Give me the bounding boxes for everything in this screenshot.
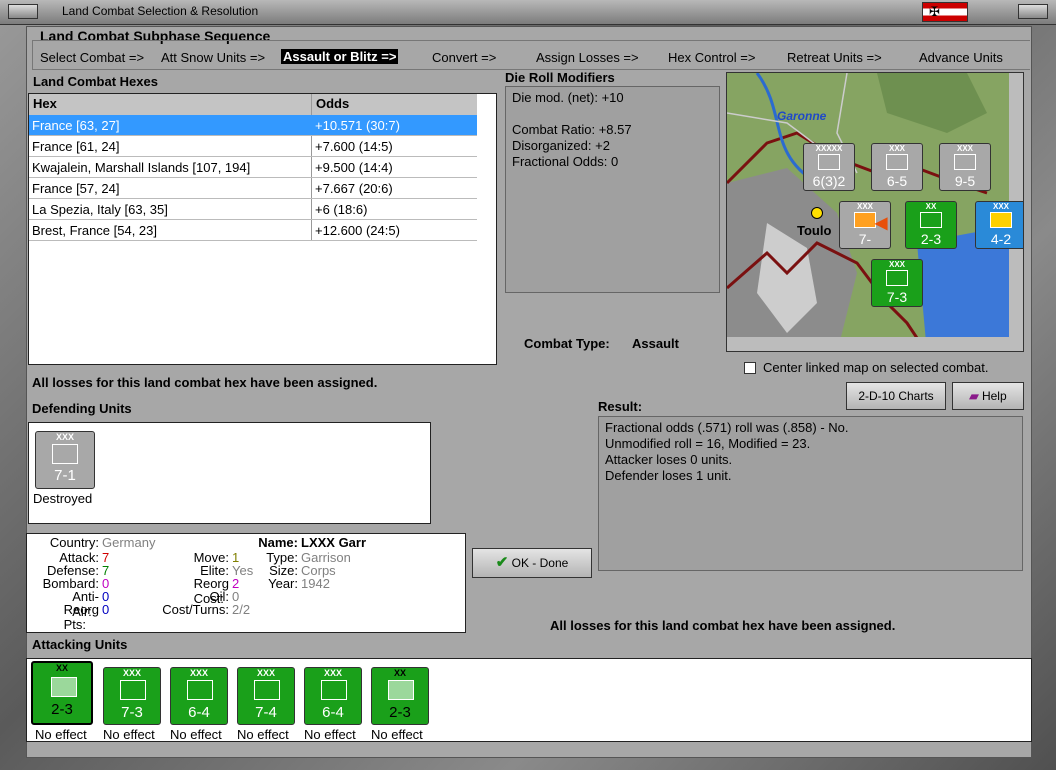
odds-cell: +9.500 (14:4): [315, 160, 393, 175]
hex-cell: France [61, 24]: [32, 139, 120, 154]
map-unit-counter[interactable]: XX 2-3: [905, 201, 957, 249]
table-header: Hex Odds: [29, 94, 477, 116]
seq-step-assign-losses: Assign Losses =>: [536, 50, 639, 65]
map-unit-counter[interactable]: XXX 4-2: [975, 201, 1023, 249]
modifier-line: Combat Ratio: +8.57: [512, 122, 632, 137]
defending-heading: Defending Units: [32, 401, 132, 416]
hex-cell: Kwajalein, Marshall Islands [107, 194]: [32, 160, 251, 175]
reorgpts-value: 0: [102, 602, 110, 617]
table-row[interactable]: La Spezia, Italy [63, 35] +6 (18:6): [29, 199, 477, 220]
checkmark-icon: ✔: [495, 554, 509, 571]
close-button[interactable]: [1018, 4, 1048, 19]
system-menu-button[interactable]: [8, 4, 38, 19]
table-row[interactable]: France [57, 24] +7.667 (20:6): [29, 178, 477, 199]
help-book-icon: ▰: [969, 389, 979, 403]
odds-cell: +7.667 (20:6): [315, 181, 393, 196]
nation-flag-icon: ✠: [922, 2, 968, 22]
odds-cell: +6 (18:6): [315, 202, 368, 217]
attacking-unit-counter[interactable]: XXX 7-4: [237, 667, 295, 725]
hex-cell: La Spezia, Italy [63, 35]: [32, 202, 168, 217]
attack-arrow-icon: ◀: [875, 215, 888, 232]
linked-map[interactable]: Garonne Toulo XXXXX 6(3)2 XXX 6-5 XXX 9-5 X…: [726, 72, 1024, 352]
seq-step-hex-control: Hex Control =>: [668, 50, 756, 65]
center-map-label[interactable]: Center linked map on selected combat.: [763, 360, 988, 375]
attacking-units-box: XX 2-3 No effect XXX 7-3 No effect XXX 6…: [26, 658, 1032, 742]
attacking-unit-counter[interactable]: XXX 7-3: [103, 667, 161, 725]
hex-cell: Brest, France [54, 23]: [32, 223, 158, 238]
charts-button[interactable]: 2-D-10 Charts: [846, 382, 946, 410]
attacking-unit-status: No effect: [170, 727, 222, 742]
modifier-line: Fractional Odds: 0: [512, 154, 619, 169]
seq-step-assault-blitz: Assault or Blitz =>: [281, 49, 399, 64]
losses-message: All losses for this land combat hex have…: [32, 375, 378, 390]
help-button-label: Help: [981, 389, 1007, 403]
map-river-label: Garonne: [777, 109, 827, 123]
attacking-unit-status: No effect: [304, 727, 356, 742]
result-line: Fractional odds (.571) roll was (.858) -…: [605, 420, 849, 435]
ok-done-button[interactable]: ✔ OK - Done: [472, 548, 592, 578]
modifier-line: Die mod. (net): +10: [512, 90, 624, 105]
hex-cell: France [63, 27]: [32, 118, 120, 133]
modifiers-heading: Die Roll Modifiers: [505, 70, 615, 85]
title-bar: Land Combat Selection & Resolution ✠: [0, 0, 1056, 25]
modifier-line: Disorganized: +2: [512, 138, 610, 153]
attacking-unit-counter[interactable]: XXX 6-4: [170, 667, 228, 725]
center-map-checkbox[interactable]: [744, 362, 756, 374]
attacking-unit-status: No effect: [103, 727, 155, 742]
map-unit-counter[interactable]: XXX 7-3: [871, 259, 923, 307]
result-line: Attacker loses 0 units.: [605, 452, 733, 467]
help-button[interactable]: ▰ Help: [952, 382, 1024, 410]
result-line: Unmodified roll = 16, Modified = 23.: [605, 436, 811, 451]
result-heading: Result:: [598, 399, 643, 414]
table-row[interactable]: France [63, 27] +10.571 (30:7): [29, 115, 477, 136]
city-marker-icon: [811, 207, 823, 219]
table-row[interactable]: Kwajalein, Marshall Islands [107, 194] +…: [29, 157, 477, 178]
attacking-heading: Attacking Units: [32, 637, 128, 652]
seq-step-convert: Convert =>: [432, 50, 497, 65]
table-row[interactable]: France [61, 24] +7.600 (14:5): [29, 136, 477, 157]
defending-unit-counter[interactable]: XXX 7-1: [35, 431, 95, 489]
odds-cell: +7.600 (14:5): [315, 139, 393, 154]
attacking-unit-status: No effect: [371, 727, 423, 742]
map-unit-counter[interactable]: XXXXX 6(3)2: [803, 143, 855, 191]
seq-step-retreat: Retreat Units =>: [787, 50, 882, 65]
seq-step-advance: Advance Units: [919, 50, 1003, 65]
hexes-heading: Land Combat Hexes: [33, 74, 158, 89]
defending-units-box: XXX 7-1 Destroyed: [28, 422, 431, 524]
unit-details-box: Country: Germany Attack: 7 Defense: 7 Bo…: [26, 533, 466, 633]
window-title: Land Combat Selection & Resolution: [62, 4, 259, 18]
losses-message-2: All losses for this land combat hex have…: [550, 618, 896, 633]
year-value: 1942: [301, 576, 330, 591]
attacking-unit-status: No effect: [35, 727, 87, 742]
table-row[interactable]: Brest, France [54, 23] +12.600 (24:5): [29, 220, 477, 241]
map-unit-counter[interactable]: XXX 9-5: [939, 143, 991, 191]
country-value: Germany: [102, 535, 156, 550]
combat-type-label: Combat Type:: [524, 336, 610, 351]
column-header-odds[interactable]: Odds: [316, 96, 349, 111]
seq-step-select-combat: Select Combat =>: [40, 50, 145, 65]
attacking-unit-counter[interactable]: XX 2-3: [371, 667, 429, 725]
hexes-table: Hex Odds France [63, 27] +10.571 (30:7) …: [28, 93, 497, 365]
name-value: LXXX Garr: [301, 535, 367, 550]
attacking-unit-counter[interactable]: XXX 6-4: [304, 667, 362, 725]
combat-type-value: Assault: [632, 336, 679, 351]
odds-cell: +10.571 (30:7): [315, 118, 400, 133]
result-box: Fractional odds (.571) roll was (.858) -…: [598, 416, 1023, 571]
attacking-unit-counter[interactable]: XX 2-3: [31, 661, 93, 725]
ok-done-label: OK - Done: [511, 556, 569, 570]
modifiers-box: Die mod. (net): +10 Combat Ratio: +8.57 …: [505, 86, 720, 293]
attacking-unit-status: No effect: [237, 727, 289, 742]
map-city-label: Toulo: [797, 223, 832, 238]
column-header-hex[interactable]: Hex: [33, 96, 57, 111]
defending-unit-status: Destroyed: [33, 491, 93, 506]
odds-cell: +12.600 (24:5): [315, 223, 400, 238]
result-line: Defender loses 1 unit.: [605, 468, 732, 483]
hex-cell: France [57, 24]: [32, 181, 120, 196]
map-unit-counter[interactable]: XXX 6-5: [871, 143, 923, 191]
costturns-value: 2/2: [232, 602, 251, 617]
seq-step-att-snow: Att Snow Units =>: [161, 50, 266, 65]
